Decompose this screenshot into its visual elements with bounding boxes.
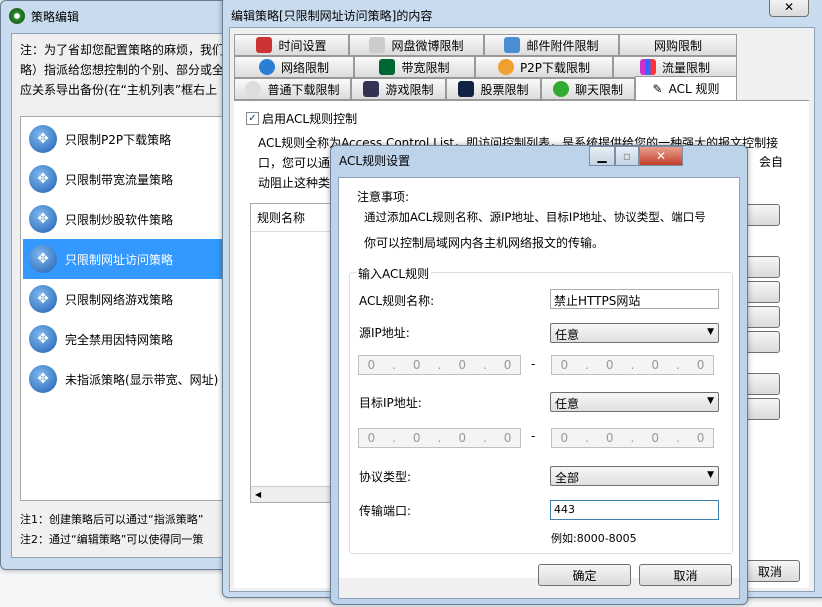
enable-acl-checkbox[interactable]: ✓ [246, 112, 259, 125]
maximize-button[interactable]: ▫ [615, 146, 639, 166]
footer-note: 注2：通过“编辑策略”可以使得同一策 [20, 530, 203, 550]
notes-heading: 注意事项: [357, 188, 409, 205]
window-title: 策略编辑 [31, 8, 79, 25]
note-line: 略）指派给您想控制的个别、部分或全 [20, 60, 224, 80]
side-button[interactable] [744, 306, 780, 328]
stopwatch-icon [245, 81, 261, 97]
tab-traffic[interactable]: 流量限制 [613, 56, 737, 78]
port-input[interactable]: 443 [550, 500, 719, 520]
policy-icon: ✥ [29, 285, 57, 313]
tab-shopping[interactable]: 网购限制 [619, 34, 737, 56]
dialog-title: ACL规则设置 [339, 152, 410, 169]
source-ip-select[interactable]: 任意 [550, 323, 719, 343]
p2p-icon [498, 59, 514, 75]
dest-ip-start[interactable]: 0.0.0.0 [358, 428, 521, 448]
policy-icon: ✥ [29, 365, 57, 393]
side-button[interactable] [744, 373, 780, 395]
side-button[interactable] [744, 256, 780, 278]
side-button[interactable] [744, 331, 780, 353]
acl-settings-dialog: ACL规则设置 ▁ ▫ ✕ 注意事项: 通过添加ACL规则名称、源IP地址、目标… [330, 145, 748, 605]
tab-network[interactable]: 网络限制 [234, 56, 354, 78]
policy-icon: ✥ [29, 165, 57, 193]
ie-icon [259, 59, 275, 75]
tab-acl[interactable]: ✎ACL 规则 [635, 76, 737, 100]
note-line: 注：为了省却您配置策略的麻烦，我们 [20, 40, 224, 60]
cancel-button[interactable]: 取消 [740, 560, 800, 582]
ok-button[interactable]: 确定 [538, 564, 631, 586]
tab-download[interactable]: 普通下载限制 [234, 78, 351, 100]
tab-bandwidth[interactable]: 带宽限制 [354, 56, 475, 78]
tab-game[interactable]: 游戏限制 [351, 78, 446, 100]
tab-p2p[interactable]: P2P下载限制 [475, 56, 613, 78]
bar-chart-icon [640, 59, 656, 75]
notes-line: 你可以控制局域网内各主机网络报文的传输。 [364, 234, 604, 251]
note-line: 应关系导出备份(在“主机列表”框右上 [20, 80, 224, 100]
port-example: 例如:8000-8005 [551, 530, 637, 546]
game-icon [363, 81, 379, 97]
policy-icon: ✥ [29, 325, 57, 353]
protocol-select[interactable]: 全部 [550, 466, 719, 486]
source-ip-start[interactable]: 0.0.0.0 [358, 355, 521, 375]
chat-icon [553, 81, 569, 97]
tab-time[interactable]: 时间设置 [234, 34, 349, 56]
tab-stock[interactable]: 股票限制 [446, 78, 541, 100]
dest-ip-select[interactable]: 任意 [550, 392, 719, 412]
side-button[interactable] [744, 398, 780, 420]
rule-name-input[interactable]: 禁止HTTPS网站 [550, 289, 719, 309]
side-button[interactable] [744, 281, 780, 303]
mail-icon [504, 37, 520, 53]
window-title: 编辑策略[只限制网址访问策略]的内容 [231, 7, 432, 24]
tab-mail[interactable]: 邮件附件限制 [484, 34, 619, 56]
notes-line: 通过添加ACL规则名称、源IP地址、目标IP地址、协议类型、端口号 [364, 209, 706, 225]
policy-icon: ✥ [29, 205, 57, 233]
policy-icon: ✥ [29, 245, 57, 273]
stock-icon [458, 81, 474, 97]
policy-editor-window: 策略编辑 注：为了省却您配置策略的麻烦，我们 略）指派给您想控制的个别、部分或全… [0, 0, 260, 570]
side-button[interactable] [744, 204, 780, 226]
source-ip-end[interactable]: 0.0.0.0 [551, 355, 714, 375]
cancel-button[interactable]: 取消 [639, 564, 732, 586]
footer-note: 注1：创建策略后可以通过“指派策略” [20, 510, 203, 530]
tab-chat[interactable]: 聊天限制 [541, 78, 635, 100]
minimize-button[interactable]: ▁ [589, 146, 615, 166]
close-button[interactable]: ✕ [639, 146, 683, 166]
policy-icon: ✥ [29, 125, 57, 153]
cloud-icon [369, 37, 385, 53]
monitor-icon [379, 59, 395, 75]
dest-ip-end[interactable]: 0.0.0.0 [551, 428, 714, 448]
close-button[interactable]: ✕ [769, 0, 809, 17]
pencil-icon: ✎ [653, 82, 663, 96]
clock-icon [256, 37, 272, 53]
app-icon [9, 8, 25, 24]
tab-netdisk[interactable]: 网盘微博限制 [349, 34, 484, 56]
